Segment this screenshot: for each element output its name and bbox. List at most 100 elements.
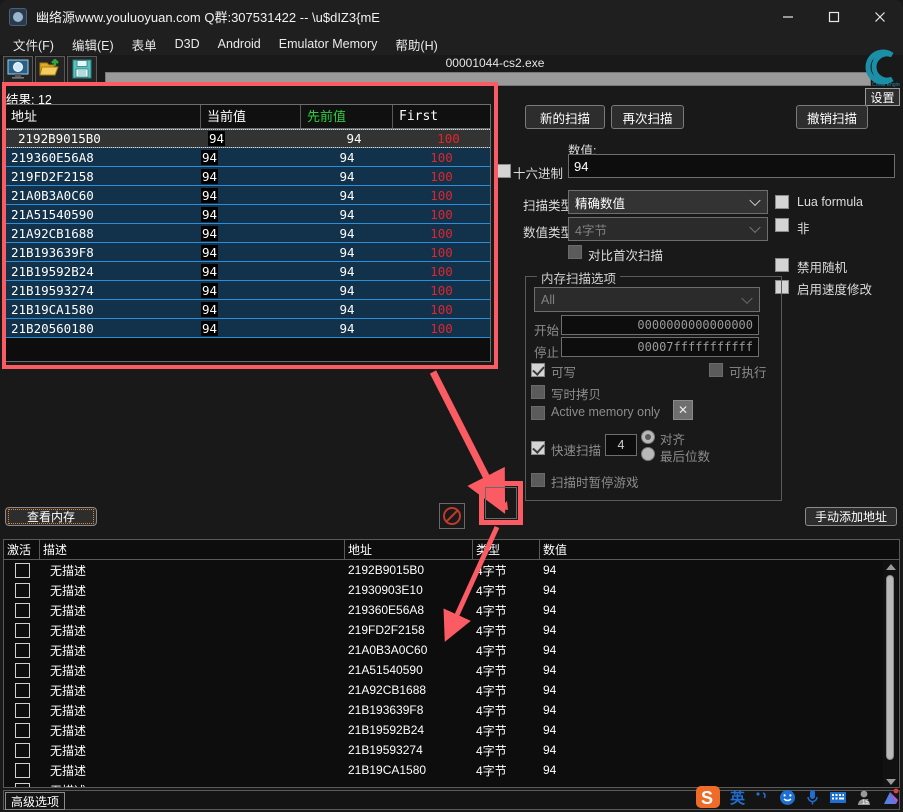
active-checkbox[interactable] bbox=[15, 643, 30, 658]
toolbox-icon[interactable] bbox=[881, 788, 899, 806]
table-row[interactable]: 无描述219FD2F21584字节94 bbox=[4, 620, 899, 640]
not-checkbox[interactable] bbox=[775, 218, 789, 232]
table-row[interactable]: 无描述21B19592B244字节94 bbox=[4, 720, 899, 740]
disable-random-checkbox[interactable] bbox=[775, 258, 789, 272]
column-header-address[interactable]: 地址 bbox=[345, 540, 473, 559]
value-type-select[interactable]: 4字节 bbox=[568, 217, 768, 241]
table-row[interactable]: 无描述21B19CA15804字节94 bbox=[4, 760, 899, 780]
lua-formula-checkbox[interactable] bbox=[775, 195, 789, 209]
drag-handle[interactable] bbox=[442, 531, 464, 534]
scan-results-list[interactable]: 地址 当前值 先前值 First 2192B9015B0949410021930… bbox=[4, 104, 491, 362]
settings-button[interactable]: 设置 bbox=[865, 88, 900, 106]
memory-region-select[interactable]: All bbox=[534, 287, 760, 312]
active-checkbox[interactable] bbox=[15, 743, 30, 758]
fast-scan-alignment-input[interactable]: 4 bbox=[605, 434, 637, 456]
next-scan-button[interactable]: 再次扫描 bbox=[611, 105, 684, 129]
user-icon[interactable]: 15 bbox=[856, 789, 872, 806]
table-row[interactable]: 无描述2192B9015B04字节94 bbox=[4, 560, 899, 580]
table-row[interactable]: 无描述219360E56A84字节94 bbox=[4, 600, 899, 620]
menu-item-d3d[interactable]: D3D bbox=[166, 35, 209, 53]
address-table-scrollbar[interactable] bbox=[883, 561, 898, 788]
scan-result-row[interactable]: 21B193639F89494100 bbox=[5, 243, 490, 262]
ime-mode-label[interactable]: 英 bbox=[730, 787, 745, 808]
scan-type-select[interactable]: 精确数值 bbox=[568, 190, 768, 214]
active-checkbox[interactable] bbox=[15, 663, 30, 678]
compare-first-scan-checkbox[interactable] bbox=[568, 245, 582, 259]
open-file-button[interactable] bbox=[35, 56, 65, 86]
pause-game-while-scanning-checkbox[interactable] bbox=[531, 473, 545, 487]
scan-result-row[interactable]: 21B205601809494100 bbox=[5, 319, 490, 338]
undo-scan-button[interactable]: 撤销扫描 bbox=[796, 105, 868, 129]
scrollbar-thumb[interactable] bbox=[886, 575, 894, 760]
column-header-previous-value[interactable]: 先前值 bbox=[301, 105, 393, 128]
menu-item-table[interactable]: 表单 bbox=[123, 33, 166, 56]
punctuation-icon[interactable] bbox=[754, 789, 770, 805]
scroll-up-arrow-icon[interactable] bbox=[886, 564, 896, 570]
last-digits-radio[interactable] bbox=[641, 447, 655, 461]
menu-item-help[interactable]: 帮助(H) bbox=[386, 33, 446, 56]
open-process-button[interactable] bbox=[3, 56, 33, 86]
scan-result-row[interactable]: 219360E56A89494100 bbox=[5, 148, 490, 167]
column-header-first[interactable]: First bbox=[393, 105, 490, 128]
scan-result-row[interactable]: 21B195932749494100 bbox=[5, 281, 490, 300]
view-memory-button[interactable]: 查看内存 bbox=[5, 507, 97, 526]
column-header-description[interactable]: 描述 bbox=[40, 540, 345, 559]
menu-item-file[interactable]: 文件(F) bbox=[4, 33, 63, 56]
scan-result-row[interactable]: 219FD2F21589494100 bbox=[5, 167, 490, 186]
table-row[interactable]: 无描述21B193639F84字节94 bbox=[4, 700, 899, 720]
column-header-active[interactable]: 激活 bbox=[4, 540, 40, 559]
active-checkbox[interactable] bbox=[15, 723, 30, 738]
active-checkbox[interactable] bbox=[15, 623, 30, 638]
stop-address-input[interactable]: 00007fffffffffff bbox=[561, 337, 759, 357]
scan-result-row[interactable]: 21A515405909494100 bbox=[5, 205, 490, 224]
active-memory-only-checkbox[interactable] bbox=[531, 406, 545, 420]
table-row[interactable]: 无描述21B195932744字节94 bbox=[4, 740, 899, 760]
new-scan-button[interactable]: 新的扫描 bbox=[525, 105, 605, 129]
fast-scan-checkbox[interactable] bbox=[531, 441, 545, 455]
no-entry-icon[interactable] bbox=[439, 503, 465, 529]
alignment-radio[interactable] bbox=[641, 430, 655, 444]
advanced-options-button[interactable]: 高级选项 bbox=[5, 792, 65, 810]
scan-result-row[interactable]: 21B19592B249494100 bbox=[5, 262, 490, 281]
close-icon[interactable] bbox=[857, 0, 903, 33]
clear-button[interactable]: ✕ bbox=[673, 400, 693, 420]
active-checkbox[interactable] bbox=[15, 603, 30, 618]
column-header-address[interactable]: 地址 bbox=[5, 105, 201, 128]
scan-result-row[interactable]: 21A0B3A0C609494100 bbox=[5, 186, 490, 205]
emoji-icon[interactable] bbox=[779, 789, 796, 806]
writable-checkbox[interactable] bbox=[531, 363, 545, 377]
start-address-input[interactable]: 0000000000000000 bbox=[561, 315, 759, 335]
maximize-icon[interactable] bbox=[811, 0, 857, 33]
address-table[interactable]: 激活 描述 地址 类型 数值 无描述2192B9015B04字节94无描述219… bbox=[3, 539, 900, 788]
active-checkbox[interactable] bbox=[15, 703, 30, 718]
active-checkbox[interactable] bbox=[15, 763, 30, 778]
column-header-current-value[interactable]: 当前值 bbox=[201, 105, 301, 128]
active-checkbox[interactable] bbox=[15, 783, 30, 789]
microphone-icon[interactable] bbox=[805, 789, 820, 806]
active-checkbox[interactable] bbox=[15, 683, 30, 698]
table-row[interactable]: 无描述21A0B3A0C604字节94 bbox=[4, 640, 899, 660]
column-header-type[interactable]: 类型 bbox=[473, 540, 540, 559]
soft-keyboard-icon[interactable] bbox=[829, 790, 847, 805]
sogou-logo-icon[interactable]: S bbox=[695, 785, 721, 809]
move-to-address-list-button[interactable] bbox=[485, 487, 517, 519]
table-row[interactable]: 无描述21A92CB16884字节94 bbox=[4, 680, 899, 700]
scan-result-row[interactable]: 21B19CA15809494100 bbox=[5, 300, 490, 319]
scan-result-row[interactable]: 2192B9015B09494100 bbox=[5, 129, 491, 148]
table-row[interactable]: 无描述21930903E104字节94 bbox=[4, 580, 899, 600]
save-button[interactable] bbox=[67, 56, 97, 86]
add-address-manually-button[interactable]: 手动添加地址 bbox=[805, 507, 897, 526]
hex-checkbox[interactable] bbox=[497, 164, 511, 178]
menu-item-emulator-memory[interactable]: Emulator Memory bbox=[270, 35, 387, 53]
table-row[interactable]: 无描述21A515405904字节94 bbox=[4, 660, 899, 680]
menu-item-android[interactable]: Android bbox=[209, 35, 270, 53]
active-checkbox[interactable] bbox=[15, 563, 30, 578]
copy-on-write-checkbox[interactable] bbox=[531, 385, 545, 399]
minimize-icon[interactable] bbox=[765, 0, 811, 33]
executable-checkbox[interactable] bbox=[709, 363, 723, 377]
scan-value-input[interactable]: 94 bbox=[568, 154, 895, 178]
scan-result-row[interactable]: 21A92CB16889494100 bbox=[5, 224, 490, 243]
column-header-value[interactable]: 数值 bbox=[540, 540, 899, 559]
menu-item-edit[interactable]: 编辑(E) bbox=[63, 33, 123, 56]
active-checkbox[interactable] bbox=[15, 583, 30, 598]
